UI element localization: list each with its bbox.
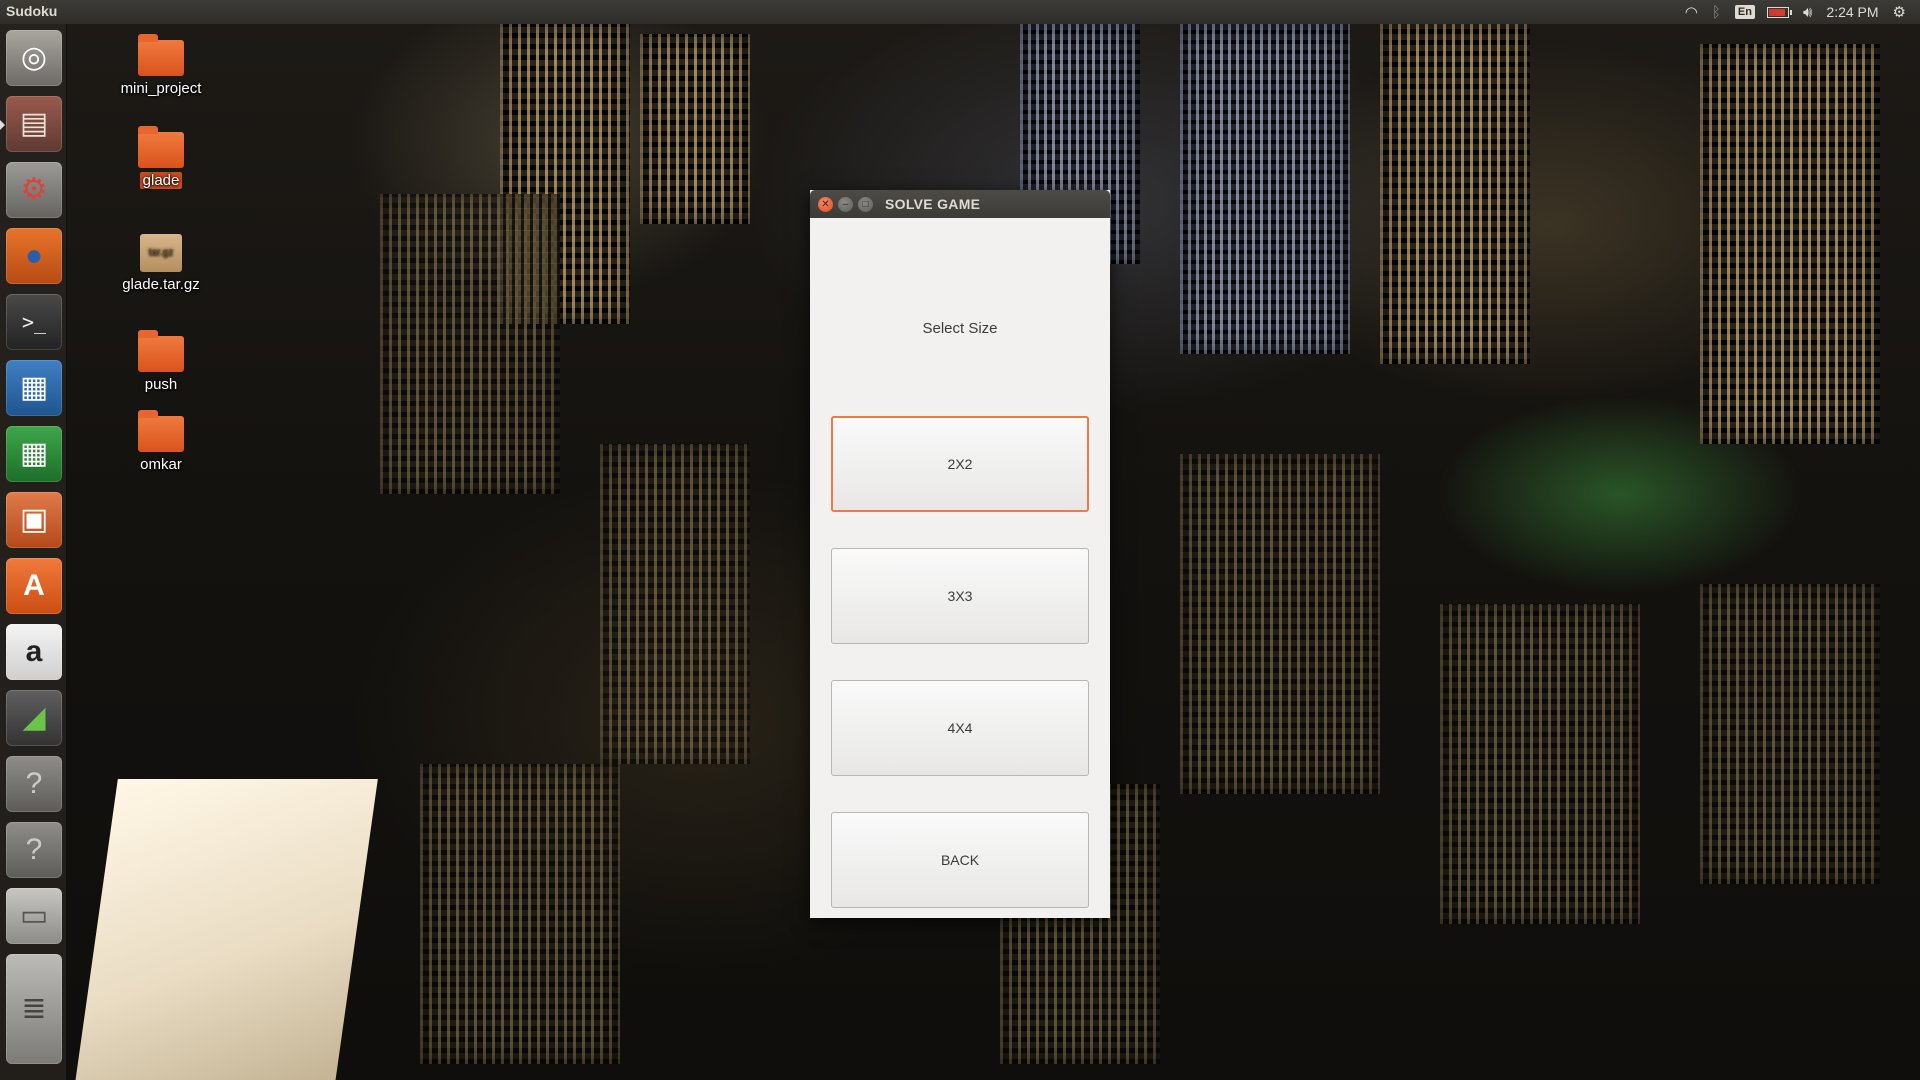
volume-icon[interactable]: 🔊︎ (1803, 4, 1812, 21)
drive-icon: ▭ (19, 899, 49, 932)
amazon-icon: a (25, 635, 43, 668)
wallpaper-rooftop (72, 779, 378, 1080)
system-tray: ◠ ᛒ En 🔊︎ 2:24 PM ⚙ (1685, 0, 1920, 24)
monitor-icon: ◢ (22, 701, 46, 734)
terminal-launcher[interactable]: >_ (6, 294, 62, 350)
system-settings-icon: ⚙ (20, 173, 48, 206)
ubuntu-dash-button[interactable]: ◎ (6, 30, 62, 86)
wallpaper-building (1440, 604, 1640, 924)
wallpaper-building (1380, 24, 1530, 364)
desktop-icon-label: push (144, 376, 178, 393)
desktop-archive-glade-tar-gz[interactable]: tar.gz glade.tar.gz (101, 234, 221, 293)
window-title: SOLVE GAME (885, 196, 981, 212)
active-app-title: Sudoku (6, 3, 58, 19)
drive-launcher[interactable]: ▭ (6, 888, 62, 944)
bluetooth-icon[interactable]: ᛒ (1712, 4, 1721, 21)
desktop-folder-omkar[interactable]: omkar (101, 410, 221, 473)
folder-icon (138, 126, 184, 168)
unknown-app-launcher[interactable]: ? (6, 756, 62, 812)
back-button[interactable]: BACK (831, 812, 1089, 908)
unknown-app-launcher[interactable]: ? (6, 822, 62, 878)
wallpaper-building (1180, 24, 1350, 354)
writer-launcher[interactable]: ▦ (6, 360, 62, 416)
folder-icon (138, 34, 184, 76)
folder-icon (138, 410, 184, 452)
files-icon: ▤ (19, 107, 49, 140)
settings-gear-icon[interactable]: ⚙ (1893, 3, 1906, 21)
software-center-launcher[interactable]: A (6, 558, 62, 614)
calc-icon: ▦ (19, 437, 49, 470)
desktop-icon-label: glade (139, 172, 183, 189)
impress-icon: ▣ (19, 503, 49, 536)
top-panel: Sudoku ◠ ᛒ En 🔊︎ 2:24 PM ⚙ (0, 0, 1920, 24)
wifi-icon[interactable]: ◠ (1685, 3, 1698, 21)
ubuntu-dash-icon: ◎ (20, 41, 48, 74)
drive-stack-icon: ≣ (21, 992, 47, 1025)
wallpaper-building (380, 194, 560, 494)
wallpaper-building (1700, 44, 1880, 444)
battery-icon[interactable] (1766, 6, 1792, 18)
desktop-folder-glade[interactable]: glade (101, 126, 221, 189)
writer-icon: ▦ (19, 371, 49, 404)
firefox-icon: ● (24, 239, 44, 272)
language-indicator[interactable]: En (1734, 5, 1755, 19)
wallpaper-building (600, 444, 750, 764)
running-indicator (0, 120, 5, 130)
select-size-label: Select Size (922, 320, 998, 337)
window-content: Select Size 2X2 3X3 4X4 BACK (810, 218, 1110, 918)
maximize-icon[interactable]: □ (858, 196, 873, 212)
desktop-folder-mini-project[interactable]: mini_project (101, 34, 221, 97)
size-2x2-button[interactable]: 2X2 (831, 416, 1089, 512)
archive-icon: tar.gz (140, 234, 182, 272)
wallpaper-building (1180, 454, 1380, 794)
desktop-icon-label: glade.tar.gz (122, 276, 200, 293)
desktop-folder-push[interactable]: push (101, 330, 221, 393)
window-titlebar[interactable]: ✕ – □ SOLVE GAME (810, 190, 1110, 218)
desktop-icon-label: mini_project (120, 80, 202, 97)
wallpaper-building (1700, 584, 1880, 884)
drive-stack-launcher[interactable]: ≣ (6, 954, 62, 1064)
monitor-launcher[interactable]: ◢ (6, 690, 62, 746)
amazon-launcher[interactable]: a (6, 624, 62, 680)
size-3x3-button[interactable]: 3X3 (831, 548, 1089, 644)
calc-launcher[interactable]: ▦ (6, 426, 62, 482)
unknown-app-icon: ? (25, 767, 43, 800)
minimize-icon[interactable]: – (838, 196, 853, 212)
close-icon[interactable]: ✕ (818, 196, 833, 212)
desktop-icon-label: omkar (140, 456, 182, 473)
software-center-icon: A (23, 569, 45, 602)
firefox-launcher[interactable]: ● (6, 228, 62, 284)
files-launcher[interactable]: ▤ (0, 96, 62, 152)
launcher: ◎ ▤ ⚙ ● >_ ▦ ▦ ▣ A a ◢ ? ? ▭ ≣ (0, 24, 67, 1080)
unknown-app-icon: ? (25, 833, 43, 866)
system-settings-launcher[interactable]: ⚙ (6, 162, 62, 218)
wallpaper-building (640, 34, 750, 224)
impress-launcher[interactable]: ▣ (6, 492, 62, 548)
wallpaper-building (420, 764, 620, 1064)
archive-badge: tar.gz (148, 247, 174, 258)
solve-game-window: ✕ – □ SOLVE GAME Select Size 2X2 3X3 4X4… (810, 190, 1110, 918)
folder-icon (138, 330, 184, 372)
clock[interactable]: 2:24 PM (1826, 4, 1878, 20)
terminal-icon: >_ (21, 310, 47, 334)
size-4x4-button[interactable]: 4X4 (831, 680, 1089, 776)
